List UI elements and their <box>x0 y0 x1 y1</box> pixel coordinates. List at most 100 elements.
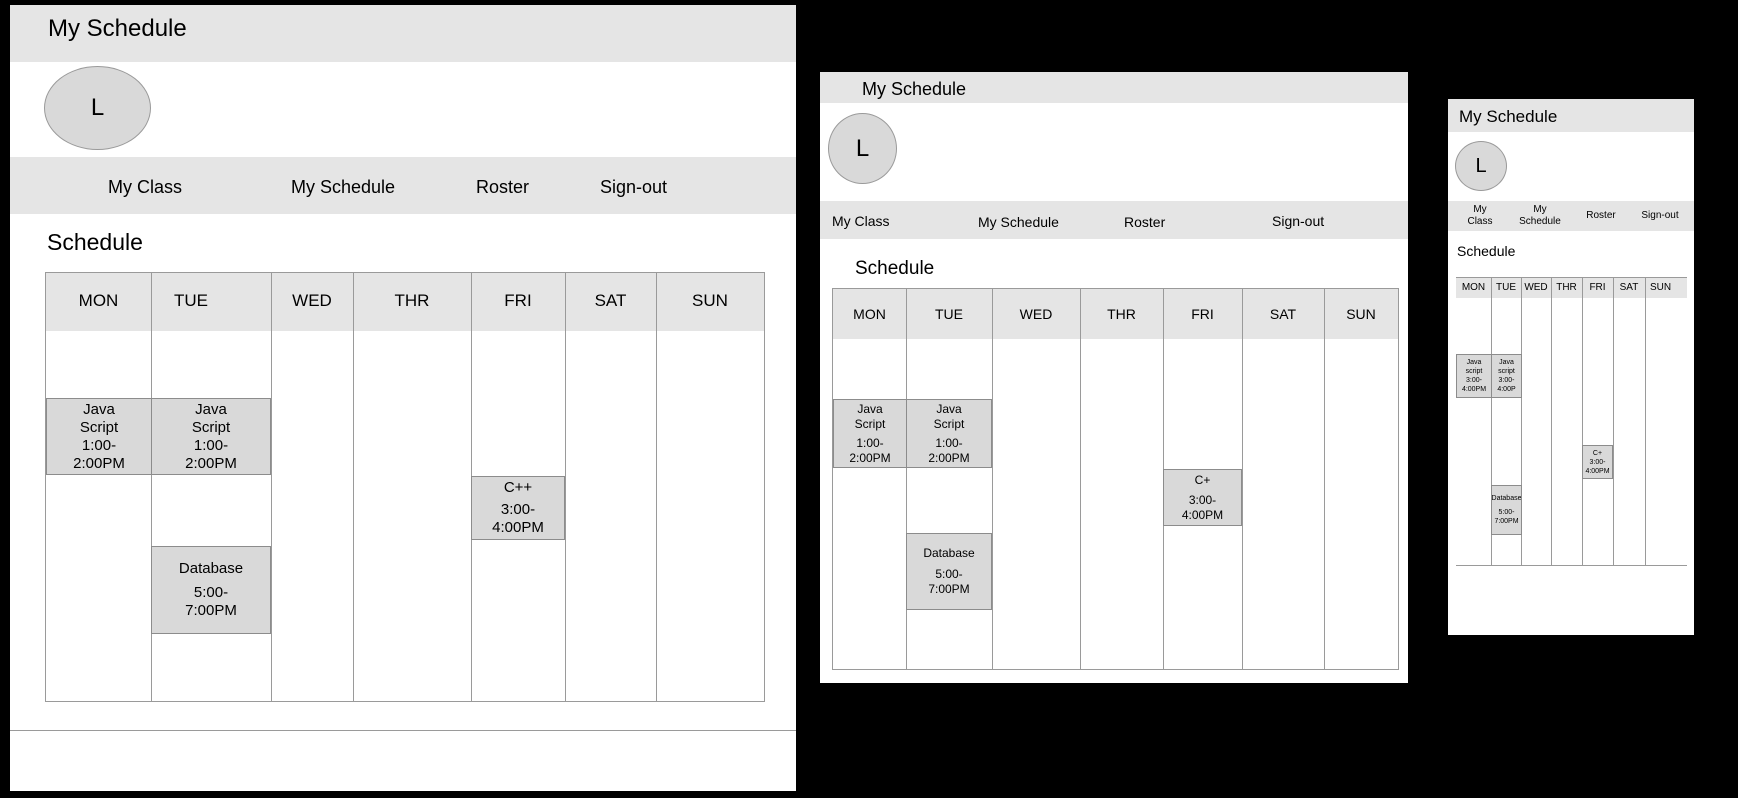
event-line: 1:00- <box>193 436 229 454</box>
event-line: 4:00PM <box>492 519 544 536</box>
event-line: 1:00- <box>935 435 963 450</box>
event-mon-javascript[interactable]: Java script 3:00- 4:00PM <box>1456 354 1492 398</box>
page-title: My Schedule <box>48 15 187 42</box>
day-wed: WED <box>1524 282 1548 293</box>
event-mon-javascript[interactable]: Java Script 1:00- 2:00PM <box>46 398 152 475</box>
nav-roster[interactable]: Roster <box>476 177 529 198</box>
nav-label: Class <box>1467 216 1493 227</box>
desktop-frame: My Schedule L My Class My Schedule Roste… <box>10 5 796 791</box>
schedule-heading: Schedule <box>855 258 935 279</box>
day-mon: MON <box>1461 282 1486 293</box>
column-divider <box>1613 277 1614 566</box>
avatar[interactable]: L <box>44 66 151 150</box>
column-divider <box>353 273 354 701</box>
nav-my-class[interactable]: My Class <box>1459 204 1501 228</box>
nav-my-schedule[interactable]: My Schedule <box>291 177 395 198</box>
event-line: Database <box>1491 495 1522 502</box>
day-sun: SUN <box>1649 282 1672 293</box>
event-fri-cpp[interactable]: C++ 3:00- 4:00PM <box>471 476 565 540</box>
event-line: Script <box>933 416 965 431</box>
event-tue-database[interactable]: Database 5:00- 7:00PM <box>151 546 271 634</box>
event-line: 3:00- <box>1466 377 1482 384</box>
event-line: script <box>1465 368 1483 375</box>
event-tue-database[interactable]: Database 5:00- 7:00PM <box>1491 485 1522 535</box>
event-mon-javascript[interactable]: Java Script 1:00- 2:00PM <box>833 399 907 468</box>
nav-my-class[interactable]: My Class <box>108 177 182 198</box>
event-line: 7:00PM <box>185 602 237 619</box>
nav-my-schedule[interactable]: My Schedule <box>978 214 1059 230</box>
column-divider <box>1080 289 1081 669</box>
day-fri: FRI <box>504 291 532 310</box>
event-line: 5:00- <box>193 584 229 601</box>
column-divider <box>271 273 272 701</box>
column-divider <box>151 273 152 701</box>
event-line: 3:00- <box>1188 492 1217 507</box>
event-line: 4:00PM <box>1461 386 1487 393</box>
day-sun: SUN <box>1346 306 1376 322</box>
event-line: Database <box>178 560 244 577</box>
event-line: 1:00- <box>856 435 884 450</box>
event-tue-database[interactable]: Database 5:00- 7:00PM <box>906 533 992 610</box>
avatar[interactable]: L <box>1455 141 1507 191</box>
column-divider <box>1242 289 1243 669</box>
schedule-heading: Schedule <box>47 229 143 255</box>
event-line: 4:00P <box>1497 386 1516 393</box>
event-line: 7:00PM <box>928 582 970 596</box>
event-line: script <box>1498 368 1515 375</box>
nav-label: Roster <box>1586 210 1616 221</box>
tablet-frame: My Schedule L My Class My Schedule Roste… <box>820 72 1408 683</box>
nav-label: Schedule <box>1519 216 1561 227</box>
nav-sign-out[interactable]: Sign-out <box>1272 213 1324 229</box>
event-line: Java <box>195 400 227 418</box>
event-fri-cpp[interactable]: C+ 3:00- 4:00PM <box>1163 469 1242 526</box>
column-divider <box>992 289 993 669</box>
event-line: 3:00- <box>1589 458 1606 466</box>
day-thr: THR <box>1107 306 1136 322</box>
event-tue-javascript[interactable]: Java Script 1:00- 2:00PM <box>906 399 992 468</box>
column-divider <box>1582 277 1583 566</box>
schedule-grid: MON TUE WED THR FRI SAT SUN Java Script … <box>45 272 765 702</box>
nav-sign-out[interactable]: Sign-out <box>1634 210 1686 222</box>
nav-roster[interactable]: Roster <box>1124 214 1165 230</box>
day-sat: SAT <box>1269 306 1297 322</box>
event-tue-javascript[interactable]: Java Script 1:00- 2:00PM <box>151 398 271 475</box>
event-line: 2:00PM <box>185 454 237 472</box>
event-line: Java <box>83 400 115 418</box>
event-line: Java <box>1466 359 1482 366</box>
event-line: Java <box>1499 359 1514 366</box>
nav-my-class[interactable]: My Class <box>832 213 890 229</box>
avatar[interactable]: L <box>828 113 897 184</box>
event-line: Database <box>923 546 975 560</box>
event-line: C+ <box>1194 472 1211 487</box>
event-line: 2:00PM <box>73 454 125 472</box>
event-line: 7:00PM <box>1494 518 1519 525</box>
nav-roster[interactable]: Roster <box>1580 210 1622 222</box>
column-divider <box>565 273 566 701</box>
event-line: 3:00- <box>1498 377 1515 384</box>
event-tue-javascript[interactable]: Java script 3:00- 4:00P <box>1491 354 1522 398</box>
day-tue: TUE <box>174 291 208 310</box>
nav-my-schedule[interactable]: My Schedule <box>1514 204 1566 228</box>
event-fri-cpp[interactable]: C+ 3:00- 4:00PM <box>1582 445 1613 479</box>
day-sat: SAT <box>594 291 627 310</box>
avatar-initial: L <box>90 94 105 121</box>
page-title: My Schedule <box>862 79 967 99</box>
day-thr: THR <box>1556 282 1577 293</box>
column-divider <box>1551 277 1552 566</box>
event-line: 5:00- <box>935 567 963 581</box>
column-divider <box>656 273 657 701</box>
day-wed: WED <box>292 291 332 310</box>
event-line: Script <box>79 418 119 436</box>
page-title: My Schedule <box>1459 107 1558 126</box>
day-mon: MON <box>78 291 119 310</box>
nav-sign-out[interactable]: Sign-out <box>600 177 667 198</box>
day-fri: FRI <box>1589 282 1606 293</box>
event-line: C+ <box>1592 449 1603 457</box>
day-mon: MON <box>853 306 886 322</box>
day-tue: TUE <box>935 306 963 322</box>
nav-label: Sign-out <box>1641 210 1679 221</box>
schedule-heading: Schedule <box>1457 243 1516 259</box>
event-line: Script <box>191 418 231 436</box>
nav-label: My <box>1473 204 1487 215</box>
event-line: 1:00- <box>81 436 117 454</box>
